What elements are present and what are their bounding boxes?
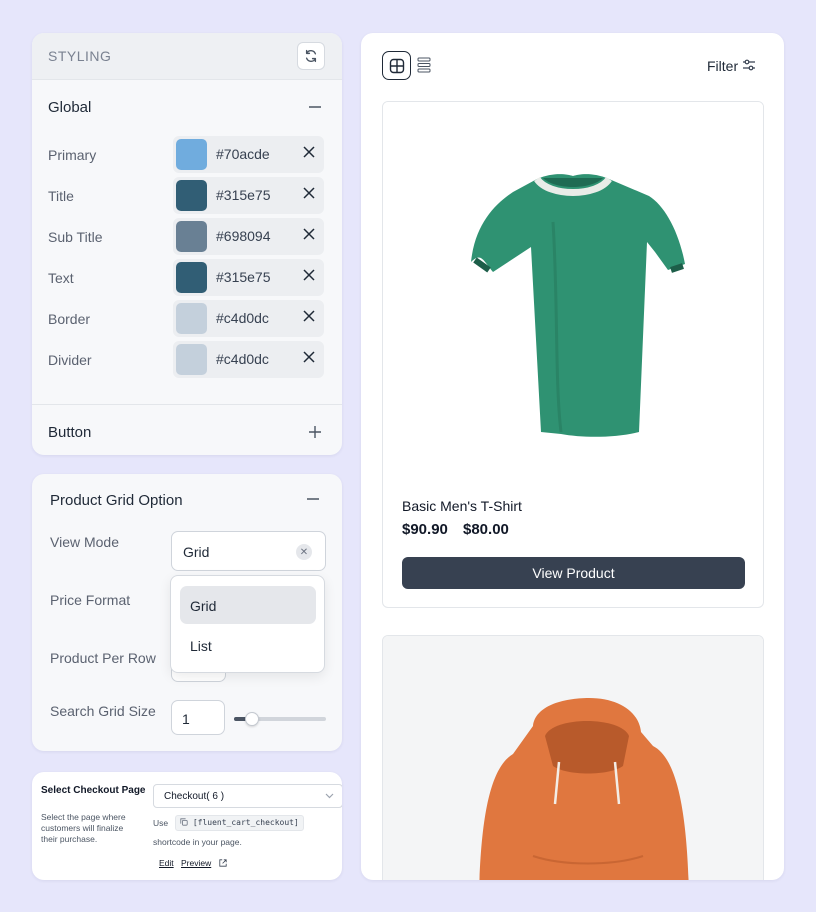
- checkout-settings-panel: Select Checkout Page Select the page whe…: [32, 772, 342, 880]
- product-name[interactable]: Basic Men's T-Shirt: [402, 498, 522, 514]
- color-row-subtitle: Sub Title #698094: [32, 216, 342, 257]
- expand-icon[interactable]: [308, 425, 322, 439]
- grid-view-button[interactable]: [382, 51, 411, 80]
- color-row-divider: Divider #c4d0dc: [32, 339, 342, 380]
- view-mode-dropdown: Grid List: [170, 575, 325, 673]
- copy-icon: [180, 818, 188, 826]
- color-hex-value: #315e75: [216, 187, 271, 203]
- color-label: Title: [48, 188, 74, 204]
- filter-button[interactable]: Filter: [707, 58, 738, 74]
- global-section-header[interactable]: Global: [32, 80, 342, 134]
- view-product-label: View Product: [532, 565, 615, 581]
- product-per-row-label: Product Per Row: [50, 650, 156, 666]
- view-mode-select[interactable]: Grid ✕: [171, 531, 326, 571]
- use-label: Use: [153, 818, 169, 828]
- shortcode-text: [fluent_cart_checkout]: [192, 818, 299, 827]
- color-swatch[interactable]: [176, 139, 207, 170]
- button-section-header[interactable]: Button: [32, 405, 342, 455]
- shortcode-chip[interactable]: [fluent_cart_checkout]: [175, 815, 304, 831]
- collapse-icon[interactable]: [308, 100, 322, 114]
- option-label: Grid: [190, 598, 217, 614]
- view-product-button[interactable]: View Product: [402, 557, 745, 589]
- color-hex-value: #c4d0dc: [216, 310, 269, 326]
- color-hex-value: #70acde: [216, 146, 270, 162]
- product-original-price: $90.90: [402, 521, 448, 538]
- color-row-border: Border #c4d0dc: [32, 298, 342, 339]
- chevron-down-icon: [325, 793, 334, 799]
- clear-icon[interactable]: [302, 145, 316, 159]
- color-swatch[interactable]: [176, 303, 207, 334]
- color-row-primary: Primary #70acde: [32, 134, 342, 175]
- color-hex-value: #c4d0dc: [216, 351, 269, 367]
- color-swatch[interactable]: [176, 344, 207, 375]
- product-list-panel: Filter Basic Men's T-Shirt $90.90 $80.00…: [361, 33, 784, 880]
- color-label: Primary: [48, 147, 97, 163]
- color-hex-value: #698094: [216, 228, 271, 244]
- checkout-description: Select the page where customers will fin…: [41, 812, 126, 844]
- styling-header-label: STYLING: [48, 48, 112, 64]
- styling-panel: STYLING Global Primary #70acde Title #31…: [32, 33, 342, 455]
- dropdown-option-list[interactable]: List: [180, 626, 316, 664]
- color-swatch[interactable]: [176, 180, 207, 211]
- color-label: Text: [48, 270, 74, 286]
- color-label: Divider: [48, 352, 92, 368]
- checkout-title: Select Checkout Page: [41, 785, 146, 796]
- search-grid-size-value: 1: [182, 711, 190, 727]
- refresh-icon: [305, 49, 317, 63]
- checkout-page-value: Checkout( 6 ): [164, 791, 225, 802]
- product-card: Basic Men's T-Shirt $90.90 $80.00 View P…: [382, 101, 764, 608]
- reset-button[interactable]: [297, 42, 325, 70]
- color-swatch[interactable]: [176, 221, 207, 252]
- list-view-icon[interactable]: [417, 57, 431, 73]
- color-row-text: Text #315e75: [32, 257, 342, 298]
- option-label: List: [190, 638, 212, 654]
- checkout-page-select[interactable]: Checkout( 6 ): [153, 784, 342, 808]
- search-grid-size-input[interactable]: 1: [171, 700, 225, 735]
- product-sale-price: $80.00: [463, 521, 509, 538]
- product-image[interactable]: [383, 102, 763, 480]
- hoodie-image: [479, 698, 689, 880]
- collapse-icon[interactable]: [306, 492, 320, 506]
- clear-icon[interactable]: [302, 227, 316, 241]
- global-section-title: Global: [48, 98, 92, 116]
- search-grid-size-slider[interactable]: [234, 712, 326, 726]
- edit-link[interactable]: Edit: [159, 858, 174, 868]
- color-hex-value: #315e75: [216, 269, 271, 285]
- clear-icon[interactable]: ✕: [296, 544, 312, 560]
- external-link-icon[interactable]: [219, 859, 227, 867]
- button-section-title: Button: [48, 423, 92, 441]
- product-image[interactable]: [383, 636, 763, 880]
- preview-link[interactable]: Preview: [181, 858, 211, 868]
- filter-icon[interactable]: [742, 58, 756, 72]
- color-swatch[interactable]: [176, 262, 207, 293]
- tshirt-image: [471, 174, 685, 437]
- view-mode-value: Grid: [183, 544, 210, 560]
- clear-icon[interactable]: [302, 309, 316, 323]
- slider-thumb[interactable]: [245, 712, 260, 726]
- clear-icon[interactable]: [302, 186, 316, 200]
- color-row-title: Title #315e75: [32, 175, 342, 216]
- panel-title: Product Grid Option: [50, 492, 183, 509]
- color-label: Sub Title: [48, 229, 103, 245]
- clear-icon[interactable]: [302, 350, 316, 364]
- color-label: Border: [48, 311, 91, 327]
- styling-header: STYLING: [32, 33, 342, 80]
- product-card: [382, 635, 764, 880]
- clear-icon[interactable]: [302, 268, 316, 282]
- search-grid-size-label: Search Grid Size: [50, 703, 156, 719]
- dropdown-option-grid[interactable]: Grid: [180, 586, 316, 624]
- price-format-label: Price Format: [50, 592, 131, 608]
- shortcode-hint: shortcode in your page.: [153, 837, 242, 847]
- view-mode-label: View Mode: [50, 534, 120, 550]
- grid-view-icon: [389, 58, 404, 73]
